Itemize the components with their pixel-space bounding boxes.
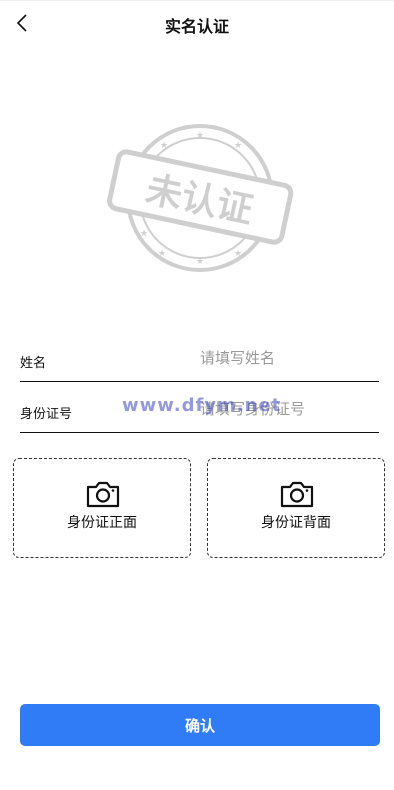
svg-text:★: ★ bbox=[234, 249, 242, 259]
camera-icon bbox=[280, 481, 314, 508]
nav-bar: 实名认证 bbox=[0, 0, 394, 46]
name-input[interactable] bbox=[200, 346, 375, 370]
id-back-label: 身份证背面 bbox=[261, 515, 331, 531]
svg-text:★: ★ bbox=[140, 229, 148, 239]
name-row: 姓名 bbox=[20, 334, 379, 382]
id-number-input[interactable] bbox=[200, 397, 375, 421]
svg-text:★: ★ bbox=[234, 141, 242, 151]
svg-text:★: ★ bbox=[196, 131, 204, 141]
id-number-label: 身份证号 bbox=[20, 407, 73, 422]
id-front-label: 身份证正面 bbox=[67, 515, 137, 531]
id-front-upload[interactable]: 身份证正面 bbox=[13, 458, 191, 558]
id-number-row: 身份证号 bbox=[20, 385, 379, 433]
id-back-upload[interactable]: 身份证背面 bbox=[207, 458, 385, 558]
camera-icon bbox=[86, 481, 120, 508]
svg-text:★: ★ bbox=[196, 257, 204, 267]
page-title: 实名认证 bbox=[164, 17, 229, 36]
unverified-stamp: ★ ★ ★ ★ ★ ★ ★ ★ 未认证 bbox=[107, 124, 294, 272]
svg-text:★: ★ bbox=[158, 249, 166, 259]
confirm-button[interactable]: 确认 bbox=[20, 704, 380, 746]
svg-text:★: ★ bbox=[160, 141, 168, 151]
name-label: 姓名 bbox=[20, 356, 47, 371]
